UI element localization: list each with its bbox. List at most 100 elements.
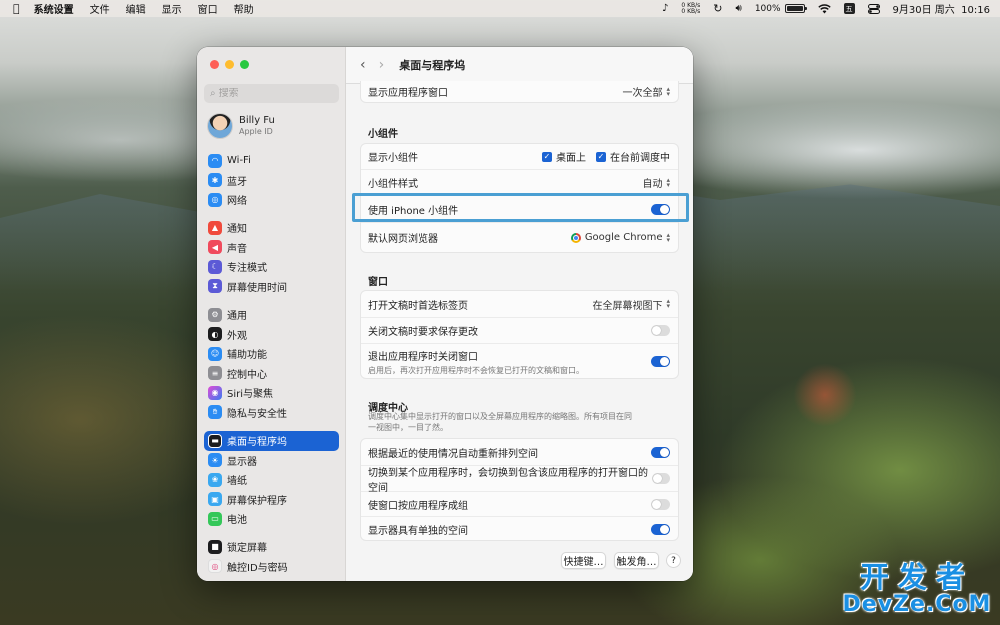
help-button[interactable]: ? bbox=[666, 553, 681, 568]
battery-fill bbox=[786, 6, 803, 11]
sidebar-item-battery[interactable]: ▭ 电池 bbox=[204, 509, 339, 529]
menu-edit[interactable]: 编辑 bbox=[126, 1, 146, 16]
sidebar-group-desktop: ▬ 桌面与程序坞 ☀︎ 显示器 ❀ 墙纸 ▣ 屏幕保护程序 ▭ 电池 bbox=[204, 431, 339, 529]
menu-app-name[interactable]: 系统设置 bbox=[34, 1, 74, 16]
iphone-widgets-toggle[interactable] bbox=[651, 203, 670, 215]
show-widgets-row: 显示小组件 ✓ 桌面上 ✓ 在台前调度中 bbox=[361, 144, 678, 169]
lock-icon: ■ bbox=[208, 539, 222, 554]
sidebar-item-displays[interactable]: ☀︎ 显示器 bbox=[204, 451, 339, 471]
sidebar-item-lock-screen[interactable]: ■ 锁定屏幕 bbox=[204, 537, 339, 557]
menu-file[interactable]: 文件 bbox=[90, 1, 110, 16]
wifi-icon[interactable] bbox=[817, 3, 831, 14]
sidebar-item-appearance[interactable]: ◐ 外观 bbox=[204, 325, 339, 345]
toolbar: ‹ › 桌面与程序坞 bbox=[346, 47, 693, 84]
prefer-tabs-row: 打开文稿时首选标签页 在全屏幕视图下 ▴ ▾ bbox=[368, 297, 670, 312]
sidebar-item-siri[interactable]: ◉ Siri与聚焦 bbox=[204, 383, 339, 403]
windows-section-title: 窗口 bbox=[368, 277, 388, 288]
bell-icon: ▲ bbox=[208, 220, 222, 235]
sidebar-item-screensaver[interactable]: ▣ 屏幕保护程序 bbox=[204, 490, 339, 510]
sidebar-item-wallpaper[interactable]: ❀ 墙纸 bbox=[204, 470, 339, 490]
forward-button[interactable]: › bbox=[379, 57, 385, 73]
wifi-icon: ◠ bbox=[208, 153, 222, 168]
menu-help[interactable]: 帮助 bbox=[234, 1, 254, 16]
popup-arrows-icon: ▴ ▾ bbox=[666, 230, 670, 244]
input-method-icon[interactable]: 五 bbox=[843, 3, 855, 14]
menu-window[interactable]: 窗口 bbox=[198, 1, 218, 16]
sidebar-item-screen-time[interactable]: ⧗ 屏幕使用时间 bbox=[204, 277, 339, 297]
hot-corners-button[interactable]: 触发角… bbox=[614, 552, 659, 569]
gear-icon: ⚙ bbox=[208, 307, 222, 322]
popup-arrows-icon: ▴ ▾ bbox=[666, 175, 670, 189]
apple-id-account[interactable]: Billy Fu Apple ID bbox=[207, 113, 275, 139]
sidebar-item-bluetooth[interactable]: ✱ 蓝牙 bbox=[204, 171, 339, 191]
network-speed[interactable]: 0 KB/s 0 KB/s bbox=[681, 2, 701, 15]
minimize-window-button[interactable] bbox=[225, 60, 234, 69]
battery-icon bbox=[784, 4, 807, 13]
search-field[interactable]: ⌕ bbox=[204, 84, 339, 103]
sidebar-group-general: ⚙ 通用 ◐ 外观 ☺ 辅助功能 ≡ 控制中心 ◉ Siri与聚焦 ✋︎ 隐私与安全性 bbox=[204, 305, 339, 422]
settings-content: ‹ › 桌面与程序坞 显示应用程序窗口 一次全部 ▴ ▾ 小组件 显示小组件 ✓ 桌面… bbox=[346, 47, 693, 581]
sidebar-item-control-center[interactable]: ≡ 控制中心 bbox=[204, 364, 339, 384]
sidebar-item-wifi[interactable]: ◠ Wi-Fi bbox=[204, 151, 339, 171]
widget-style-popup[interactable]: 自动 ▴ ▾ bbox=[642, 175, 670, 190]
group-windows-row: 使窗口按应用程序成组 bbox=[361, 491, 678, 516]
sidebar-item-notifications[interactable]: ▲ 通知 bbox=[204, 218, 339, 238]
accessibility-icon: ☺ bbox=[208, 346, 222, 361]
zoom-window-button[interactable] bbox=[240, 60, 249, 69]
show-app-windows-row: 显示应用程序窗口 一次全部 ▴ ▾ bbox=[368, 84, 670, 99]
globe-icon: ◎ bbox=[208, 192, 222, 207]
control-center-icon[interactable] bbox=[867, 3, 880, 14]
search-input[interactable] bbox=[218, 88, 329, 99]
apple-icon[interactable]:  bbox=[13, 2, 20, 15]
search-icon: ⌕ bbox=[210, 88, 216, 99]
sidebar-item-network[interactable]: ◎ 网络 bbox=[204, 190, 339, 210]
prefer-tabs-popup[interactable]: 在全屏幕视图下 ▴ ▾ bbox=[592, 297, 670, 312]
sidebar-item-sound[interactable]: ◀ 声音 bbox=[204, 238, 339, 258]
switch-to-space-toggle[interactable] bbox=[652, 473, 670, 484]
sidebar-item-general[interactable]: ⚙ 通用 bbox=[204, 305, 339, 325]
sidebar-item-accessibility[interactable]: ☺ 辅助功能 bbox=[204, 344, 339, 364]
net-down: 0 KB/s bbox=[681, 7, 701, 15]
close-windows-toggle[interactable] bbox=[651, 356, 670, 367]
default-browser-popup[interactable]: Google Chrome ▴ ▾ bbox=[570, 230, 670, 244]
default-browser-row: 默认网页浏览器 Google Chrome ▴ ▾ bbox=[361, 222, 678, 252]
ask-keep-changes-row: 关闭文稿时要求保存更改 bbox=[361, 317, 678, 343]
auto-rearrange-spaces-toggle[interactable] bbox=[651, 446, 670, 458]
text-format-icon[interactable]: ♪ bbox=[662, 3, 668, 14]
popup-arrows-icon: ▴ ▾ bbox=[666, 84, 670, 98]
checkmark-icon: ✓ bbox=[542, 151, 552, 162]
sidebar-group-network: ◠ Wi-Fi ✱ 蓝牙 ◎ 网络 bbox=[204, 151, 339, 210]
siri-icon: ◉ bbox=[208, 385, 222, 400]
menubar-clock[interactable]: 9月30日 周六 10:16 bbox=[893, 1, 990, 16]
ask-keep-changes-toggle[interactable] bbox=[651, 325, 670, 336]
sidebar-item-touch-id[interactable]: ◎ 触控ID与密码 bbox=[204, 557, 339, 577]
sidebar-item-focus[interactable]: ☾ 专注模式 bbox=[204, 257, 339, 277]
page-title: 桌面与程序坞 bbox=[399, 59, 466, 72]
mission-control-group: 根据最近的使用情况自动重新排列空间 切换到某个应用程序时，会切换到包含该应用程序… bbox=[360, 438, 679, 541]
menubar:  系统设置 文件 编辑 显示 窗口 帮助 ♪ 0 KB/s 0 KB/s ↻ … bbox=[0, 0, 1000, 17]
show-app-windows-popup[interactable]: 一次全部 ▴ ▾ bbox=[622, 84, 670, 99]
shortcuts-button[interactable]: 快捷键… bbox=[561, 552, 606, 569]
volume-icon[interactable]: 🔊︎ bbox=[736, 3, 742, 14]
sidebar-item-privacy[interactable]: ✋︎ 隐私与安全性 bbox=[204, 403, 339, 423]
group-windows-toggle[interactable] bbox=[651, 498, 670, 510]
switch-to-space-row: 切换到某个应用程序时，会切换到包含该应用程序的打开窗口的空间 bbox=[361, 465, 678, 494]
menu-view[interactable]: 显示 bbox=[162, 1, 182, 16]
time-machine-icon[interactable]: ↻ bbox=[713, 2, 722, 15]
sidebar-item-desktop-dock[interactable]: ▬ 桌面与程序坞 bbox=[204, 431, 339, 451]
bluetooth-icon: ✱ bbox=[208, 173, 222, 188]
widgets-desktop-checkbox[interactable]: ✓ 桌面上 bbox=[542, 149, 586, 164]
system-settings-window: ⌕ Billy Fu Apple ID ◠Wi-Fi ✱蓝牙 ◎网络 ▲通知 ◀… bbox=[197, 47, 693, 581]
battery-percent: 100% bbox=[754, 3, 781, 14]
back-button[interactable]: ‹ bbox=[360, 57, 366, 73]
separate-spaces-toggle[interactable] bbox=[651, 523, 670, 535]
hand-icon: ✋︎ bbox=[208, 405, 222, 420]
widgets-group: 显示小组件 ✓ 桌面上 ✓ 在台前调度中 小组件样式 自动 ▴ ▾ 使用 iPhone … bbox=[360, 143, 679, 253]
widget-style-row: 小组件样式 自动 ▴ ▾ bbox=[361, 169, 678, 195]
battery-status[interactable]: 100% bbox=[754, 3, 807, 14]
user-subtitle: Apple ID bbox=[239, 127, 273, 136]
battery-icon: ▭ bbox=[208, 511, 222, 526]
sun-icon: ☀︎ bbox=[208, 453, 222, 468]
widgets-stage-manager-checkbox[interactable]: ✓ 在台前调度中 bbox=[596, 149, 670, 164]
close-window-button[interactable] bbox=[210, 60, 219, 69]
